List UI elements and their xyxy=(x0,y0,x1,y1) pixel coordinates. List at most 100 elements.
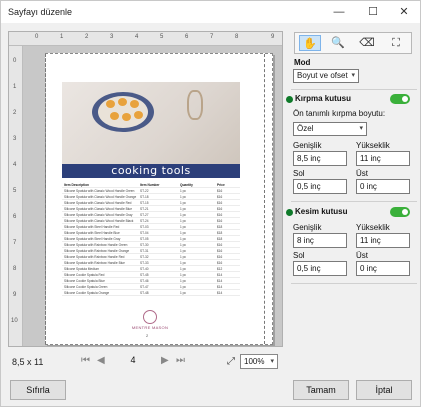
table-cell: Silicone Spatula with Classic Wood Handl… xyxy=(64,189,135,193)
crop-preset-dropdown[interactable]: Özel ▾ xyxy=(293,122,367,136)
chevron-down-icon: ▾ xyxy=(359,125,363,132)
ruler-horizontal: 0 1 2 3 4 5 6 7 8 9 xyxy=(9,32,282,46)
ruler-label: 0 xyxy=(13,58,17,64)
crop-preset-value: Özel xyxy=(297,124,314,133)
ruler-label: 7 xyxy=(210,34,214,40)
table-cell: ST-21 xyxy=(140,207,149,211)
table-cell: $14 xyxy=(217,291,223,295)
table-cell: ST-40 xyxy=(140,267,149,271)
crop-box-status-icon xyxy=(286,96,293,103)
table-cell: $16 xyxy=(217,201,223,205)
trim-left-label: Sol xyxy=(293,251,305,260)
egg-shape xyxy=(106,100,115,108)
table-header-cell: Quantity xyxy=(180,183,193,187)
table-cell: 1 pc xyxy=(180,255,187,259)
table-cell: Silicone Spatula with Classic Wood Handl… xyxy=(64,213,133,217)
crop-width-field[interactable]: 8,5 inç xyxy=(293,151,347,166)
mode-dropdown[interactable]: Boyut ve ofset ▾ xyxy=(293,69,359,83)
ok-button[interactable]: Tamam xyxy=(293,380,349,400)
last-page-icon[interactable]: ⏭ xyxy=(176,355,185,366)
table-cell: $16 xyxy=(217,249,223,253)
table-cell: Silicone Spatula with Rainbow Handle Red xyxy=(64,255,125,259)
crop-width-label: Genişlik xyxy=(293,141,322,150)
table-cell: 1 pc xyxy=(180,285,187,289)
ruler-label: 1 xyxy=(13,84,17,90)
table-cell: Silicone Cookie Spatula Orange xyxy=(64,291,110,295)
table-cell: 1 pc xyxy=(180,273,187,277)
crop-top-field[interactable]: 0 inç xyxy=(356,179,410,194)
trim-left-field[interactable]: 0,5 inç xyxy=(293,261,347,276)
table-cell: Silicone Spatula with Rainbow Handle Ora… xyxy=(64,249,130,253)
ruler-label: 6 xyxy=(185,34,189,40)
document-banner: cooking tools xyxy=(62,164,240,178)
table-cell: $16 xyxy=(217,243,223,247)
next-page-icon[interactable]: ▶ xyxy=(161,355,169,366)
ruler-label: 2 xyxy=(13,110,17,116)
table-cell: 1 pc xyxy=(180,291,187,295)
crop-tool-icon[interactable]: ⛶ xyxy=(385,35,407,51)
ruler-label: 9 xyxy=(13,292,17,298)
previous-page-icon[interactable]: ◀ xyxy=(97,355,105,366)
trim-width-field[interactable]: 8 inç xyxy=(293,233,347,248)
table-cell: Silicone Spatula with Rainbow Handle Gre… xyxy=(64,243,128,247)
table-cell: 1 pc xyxy=(180,261,187,265)
crop-boundary-left[interactable] xyxy=(45,54,46,344)
table-cell: $16 xyxy=(217,255,223,259)
chevron-down-icon: ▾ xyxy=(270,358,274,365)
table-cell: Silicone Spatula with Classic Wood Handl… xyxy=(64,201,132,205)
table-cell: $14 xyxy=(217,285,223,289)
table-cell: $14 xyxy=(217,279,223,283)
table-cell: ST-27 xyxy=(140,213,149,217)
ruler-label: 0 xyxy=(35,34,39,40)
ruler-label: 4 xyxy=(135,34,139,40)
crop-boundary-right[interactable] xyxy=(264,54,265,344)
table-cell: Silicone Spatula with Steel Handle Red xyxy=(64,225,120,229)
page-setup-window: Sayfayı düzenle — ☐ ✕ 0 1 2 3 4 5 6 7 8 … xyxy=(0,0,421,407)
egg-shape xyxy=(122,113,131,121)
trim-top-field[interactable]: 0 inç xyxy=(356,261,410,276)
close-icon[interactable]: ✕ xyxy=(388,1,420,23)
table-header-cell: Item Number xyxy=(140,183,160,187)
page-number-input[interactable]: 4 xyxy=(111,355,155,365)
trim-width-label: Genişlik xyxy=(293,223,322,232)
table-cell: ST-24 xyxy=(140,219,149,223)
cancel-button[interactable]: İptal xyxy=(356,380,412,400)
trim-box-toggle[interactable] xyxy=(390,207,410,217)
zoom-tool-icon[interactable]: 🔍 xyxy=(327,35,349,51)
table-cell: 1 pc xyxy=(180,249,187,253)
title-bar: Sayfayı düzenle — ☐ ✕ xyxy=(1,1,420,23)
document-page-number: 2 xyxy=(146,333,149,338)
table-cell: ST-22 xyxy=(140,189,149,193)
brand-logo-text: MENTRE MASON xyxy=(131,325,169,330)
maximize-icon[interactable]: ☐ xyxy=(357,1,389,23)
mode-value: Boyut ve ofset xyxy=(297,71,348,80)
table-cell: Silicone Spatula with Rainbow Handle Blu… xyxy=(64,261,125,265)
toggle-knob xyxy=(402,209,408,215)
table-cell: 1 pc xyxy=(180,243,187,247)
minimize-icon[interactable]: — xyxy=(323,1,355,23)
hand-tool-icon[interactable]: ✋ xyxy=(299,35,321,51)
table-cell: $16 xyxy=(217,219,223,223)
table-cell: Silicone Spatula with Classic Wood Handl… xyxy=(64,195,137,199)
table-cell: ST-45 xyxy=(140,273,149,277)
page-preview[interactable]: 0 1 2 3 4 5 6 7 8 9 0 1 2 3 4 5 6 7 8 9 … xyxy=(8,31,283,347)
table-cell: 1 pc xyxy=(180,207,187,211)
table-cell: ST-32 xyxy=(140,255,149,259)
trim-height-field[interactable]: 11 inç xyxy=(356,233,410,248)
first-page-icon[interactable]: ⏮ xyxy=(81,355,90,366)
reset-button[interactable]: Sıfırla xyxy=(10,380,66,400)
fit-page-icon[interactable]: ⤢ xyxy=(227,356,235,367)
document-table: Item Description Item Number Quantity Pr… xyxy=(62,182,240,296)
crop-height-field[interactable]: 11 inç xyxy=(356,151,410,166)
document-page: cooking tools Item Description Item Numb… xyxy=(45,53,273,345)
crop-box-toggle[interactable] xyxy=(390,94,410,104)
divider xyxy=(291,283,417,284)
crop-left-field[interactable]: 0,5 inç xyxy=(293,179,347,194)
table-cell: Silicone Cookie Spatula Red xyxy=(64,273,105,277)
ruler-label: 2 xyxy=(85,34,89,40)
page-size-label: 8,5 x 11 xyxy=(12,357,44,367)
zoom-dropdown[interactable]: 100% ▾ xyxy=(240,354,278,369)
table-cell: $14 xyxy=(217,273,223,277)
eraser-tool-icon[interactable]: ⌫ xyxy=(356,35,378,51)
table-cell: $18 xyxy=(217,225,223,229)
